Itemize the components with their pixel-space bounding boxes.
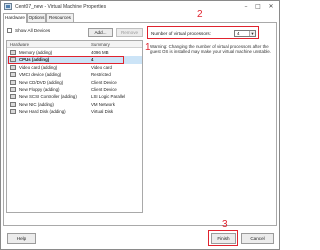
hardware-row-scsi-controller[interactable]: New SCSI Controller (adding) LSI Logic P… — [7, 93, 142, 100]
window-title: Cent07_new - Virtual Machine Properties — [15, 4, 107, 10]
cancel-button[interactable]: Cancel — [241, 233, 274, 244]
tab-options[interactable]: Options — [27, 13, 46, 22]
hard-disk-icon — [10, 109, 16, 115]
virtual-processors-label: Number of virtual processors: — [151, 31, 211, 36]
vm-properties-window: Cent07_new - Virtual Machine Properties … — [0, 0, 280, 250]
hardware-name: New CD/DVD (adding) — [19, 79, 64, 85]
scsi-controller-icon — [10, 94, 16, 100]
hardware-row-vmci-device[interactable]: VMCI device (adding) Restricted — [7, 71, 142, 78]
hardware-name: VMCI device (adding) — [19, 72, 62, 78]
annotation-marker-2: 2 — [197, 9, 203, 20]
virtual-processors-select[interactable]: 4 ▼ — [234, 30, 256, 37]
hardware-list-header: Hardware Summary — [7, 41, 142, 48]
hardware-summary: Restricted — [91, 72, 111, 78]
finish-button[interactable]: Finish — [211, 233, 236, 244]
hardware-list: Hardware Summary Memory (adding) 4096 MB… — [6, 40, 143, 213]
annotation-marker-3: 3 — [222, 219, 228, 230]
show-all-devices-option[interactable]: Show All Devices — [7, 28, 51, 34]
virtual-processors-value: 4 — [237, 31, 240, 36]
nic-icon — [10, 101, 16, 107]
hardware-summary: 4096 MB — [91, 50, 109, 55]
close-icon[interactable]: ✕ — [266, 2, 276, 11]
hardware-row-floppy[interactable]: New Floppy (adding) Client Device — [7, 86, 142, 93]
add-button[interactable]: Add... — [88, 28, 113, 37]
hardware-summary: Video card — [91, 64, 112, 70]
annotation-marker-1: 1 — [145, 42, 151, 53]
hardware-tab-panel: Show All Devices Add... Remove Hardware … — [3, 22, 277, 226]
help-button[interactable]: Help — [7, 233, 36, 244]
hardware-name: New Hard Disk (adding) — [19, 109, 66, 115]
vmci-device-icon — [10, 72, 16, 78]
hardware-name: Video card (adding) — [19, 64, 58, 70]
floppy-icon — [10, 87, 16, 92]
hardware-name: Memory (adding) — [19, 50, 53, 55]
hardware-row-cd-dvd[interactable]: New CD/DVD (adding) Client Device — [7, 79, 142, 86]
hardware-summary: Virtual Disk — [91, 109, 114, 115]
title-bar[interactable]: Cent07_new - Virtual Machine Properties … — [1, 1, 279, 13]
show-all-devices-checkbox[interactable] — [7, 28, 12, 34]
cpu-change-warning: Warning: Changing the number of virtual … — [150, 44, 272, 55]
hardware-name: New Floppy (adding) — [19, 87, 60, 92]
memory-icon — [10, 50, 16, 55]
video-card-icon — [10, 64, 16, 70]
virtual-processors-highlight: Number of virtual processors: 4 ▼ — [147, 26, 259, 39]
hardware-row-nic[interactable]: New NIC (adding) VM Network — [7, 101, 142, 108]
maximize-icon[interactable]: □ — [253, 2, 263, 11]
tab-resources[interactable]: Resources — [46, 13, 74, 22]
remove-button[interactable]: Remove — [116, 28, 143, 37]
hardware-summary: Client Device — [91, 87, 117, 92]
hardware-name: New SCSI Controller (adding) — [19, 94, 77, 100]
hardware-name: New NIC (adding) — [19, 101, 54, 107]
vm-icon — [4, 3, 12, 10]
show-all-devices-label: Show All Devices — [15, 28, 51, 33]
column-header-summary[interactable]: Summary — [91, 42, 110, 47]
hardware-summary: VM Network — [91, 101, 115, 107]
tab-hardware[interactable]: Hardware — [3, 13, 27, 23]
column-header-hardware[interactable]: Hardware — [10, 42, 29, 47]
chevron-down-icon[interactable]: ▼ — [249, 31, 255, 36]
hardware-summary: Client Device — [91, 79, 117, 85]
hardware-row-video-card[interactable]: Video card (adding) Video card — [7, 64, 142, 71]
minimize-icon[interactable]: – — [241, 2, 251, 11]
hardware-row-hard-disk[interactable]: New Hard Disk (adding) Virtual Disk — [7, 108, 142, 115]
cd-dvd-icon — [10, 79, 16, 85]
hardware-summary: LSI Logic Parallel — [91, 94, 126, 100]
cpu-row-highlight — [8, 55, 124, 64]
